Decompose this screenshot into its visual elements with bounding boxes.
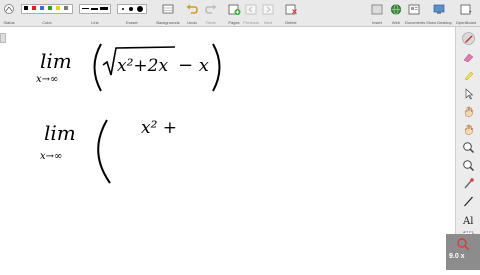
status-label: Status (3, 20, 15, 25)
web-label: Web (391, 20, 401, 25)
insert-label: Insert (371, 20, 382, 25)
web-button[interactable]: Web (388, 2, 404, 25)
next-page-icon (262, 4, 274, 15)
redo-label: Redo (206, 20, 216, 25)
status-group[interactable]: Status (2, 2, 16, 25)
insert-button[interactable]: Insert (369, 2, 385, 25)
color-label: Color (42, 20, 52, 25)
eraser-label: Eraser (126, 20, 138, 25)
redo-icon (205, 4, 217, 14)
top-toolbar: Status Color Line Eraser Backgrounds Und… (0, 0, 480, 27)
open-paren-2 (97, 119, 111, 184)
zoom-out-icon[interactable] (462, 159, 475, 172)
color-swatch-yellow[interactable] (55, 5, 61, 11)
highlighter-icon[interactable] (462, 69, 475, 82)
line-medium-option[interactable] (91, 8, 98, 10)
openboard-menu-button[interactable]: OpenBoard (453, 2, 479, 25)
delete-page-icon (285, 4, 297, 15)
insert-icon (371, 4, 383, 15)
pen-icon[interactable] (462, 32, 475, 45)
next-page-button[interactable]: Next (260, 2, 276, 25)
backgrounds-icon (162, 4, 174, 14)
close-paren-1 (212, 43, 221, 92)
delete-button[interactable]: Delete (283, 2, 299, 25)
zoom-level: 9.0 x (449, 253, 465, 260)
color-swatch-red[interactable] (31, 5, 37, 11)
line-group: Line (79, 2, 111, 25)
color-swatch-green[interactable] (47, 5, 53, 11)
documents-icon (408, 4, 420, 15)
status-icon (4, 4, 14, 14)
lim-text-1: lim (40, 49, 72, 73)
zoom-in-icon[interactable] (462, 141, 475, 154)
webcam-overlay (446, 234, 480, 270)
eraser-medium-option[interactable] (129, 7, 133, 11)
add-page-icon (228, 4, 241, 15)
lim-text-2: lim (44, 121, 76, 145)
documents-label: Documents (405, 20, 426, 25)
color-swatch-black[interactable] (23, 5, 29, 11)
line-icon[interactable] (462, 195, 475, 208)
show-desktop-button[interactable]: Show Desktop (426, 2, 452, 25)
undo-label: Undo (187, 20, 197, 25)
laser-pointer-icon[interactable] (462, 177, 475, 190)
lim-subscript-2: x→∞ (40, 151, 62, 162)
undo-button[interactable]: Undo (184, 2, 200, 25)
radicand-text: x²+2x (117, 56, 168, 76)
color-swatch-gray[interactable] (63, 5, 69, 11)
pointer-icon[interactable] (462, 87, 475, 100)
text-tool-icon[interactable]: Al (462, 213, 475, 226)
delete-label: Delete (285, 20, 297, 25)
backgrounds-label: Backgrounds (156, 20, 180, 25)
expr2-partial-text: x² + (141, 118, 177, 138)
line-label: Line (91, 20, 99, 25)
eraser-small-option[interactable] (122, 8, 124, 10)
show-desktop-label: Show Desktop (426, 20, 452, 25)
expr1-rest-text: − x (178, 55, 209, 76)
openboard-menu-icon (460, 4, 472, 15)
desktop-icon (433, 4, 445, 14)
hand-icon[interactable] (462, 105, 475, 118)
next-label: Next (263, 20, 273, 25)
open-paren-1 (93, 43, 102, 92)
left-panel-handle[interactable] (0, 33, 6, 43)
backgrounds-button[interactable]: Backgrounds (156, 2, 180, 25)
undo-icon (186, 4, 198, 14)
redo-button[interactable]: Redo (203, 2, 219, 25)
eraser-group: Eraser (117, 2, 147, 25)
search-icon (457, 238, 470, 251)
color-swatch-blue[interactable] (39, 5, 45, 11)
svg-text:Al: Al (462, 216, 473, 226)
handwriting-layer: lim x→∞ x²+2x − x lim x→∞ x² + (36, 43, 221, 184)
openboard-label: OpenBoard (455, 20, 477, 25)
pages-label: Pages (228, 20, 240, 25)
previous-page-button[interactable]: Previous (243, 2, 259, 25)
hand-icon[interactable] (462, 123, 475, 136)
eraser-icon[interactable] (462, 51, 475, 64)
line-thick-option[interactable] (100, 7, 108, 10)
lim-subscript-1: x→∞ (36, 74, 58, 85)
previous-page-icon (245, 4, 257, 15)
line-thin-option[interactable] (82, 8, 89, 9)
globe-icon (390, 4, 402, 15)
eraser-large-option[interactable] (137, 6, 143, 12)
pages-button[interactable]: Pages (226, 2, 242, 25)
documents-button[interactable]: Documents (405, 2, 426, 25)
whiteboard-canvas[interactable]: lim x→∞ x²+2x − x lim x→∞ x² + (0, 27, 455, 270)
previous-label: Previous (243, 20, 259, 25)
color-group: Color (21, 2, 73, 25)
